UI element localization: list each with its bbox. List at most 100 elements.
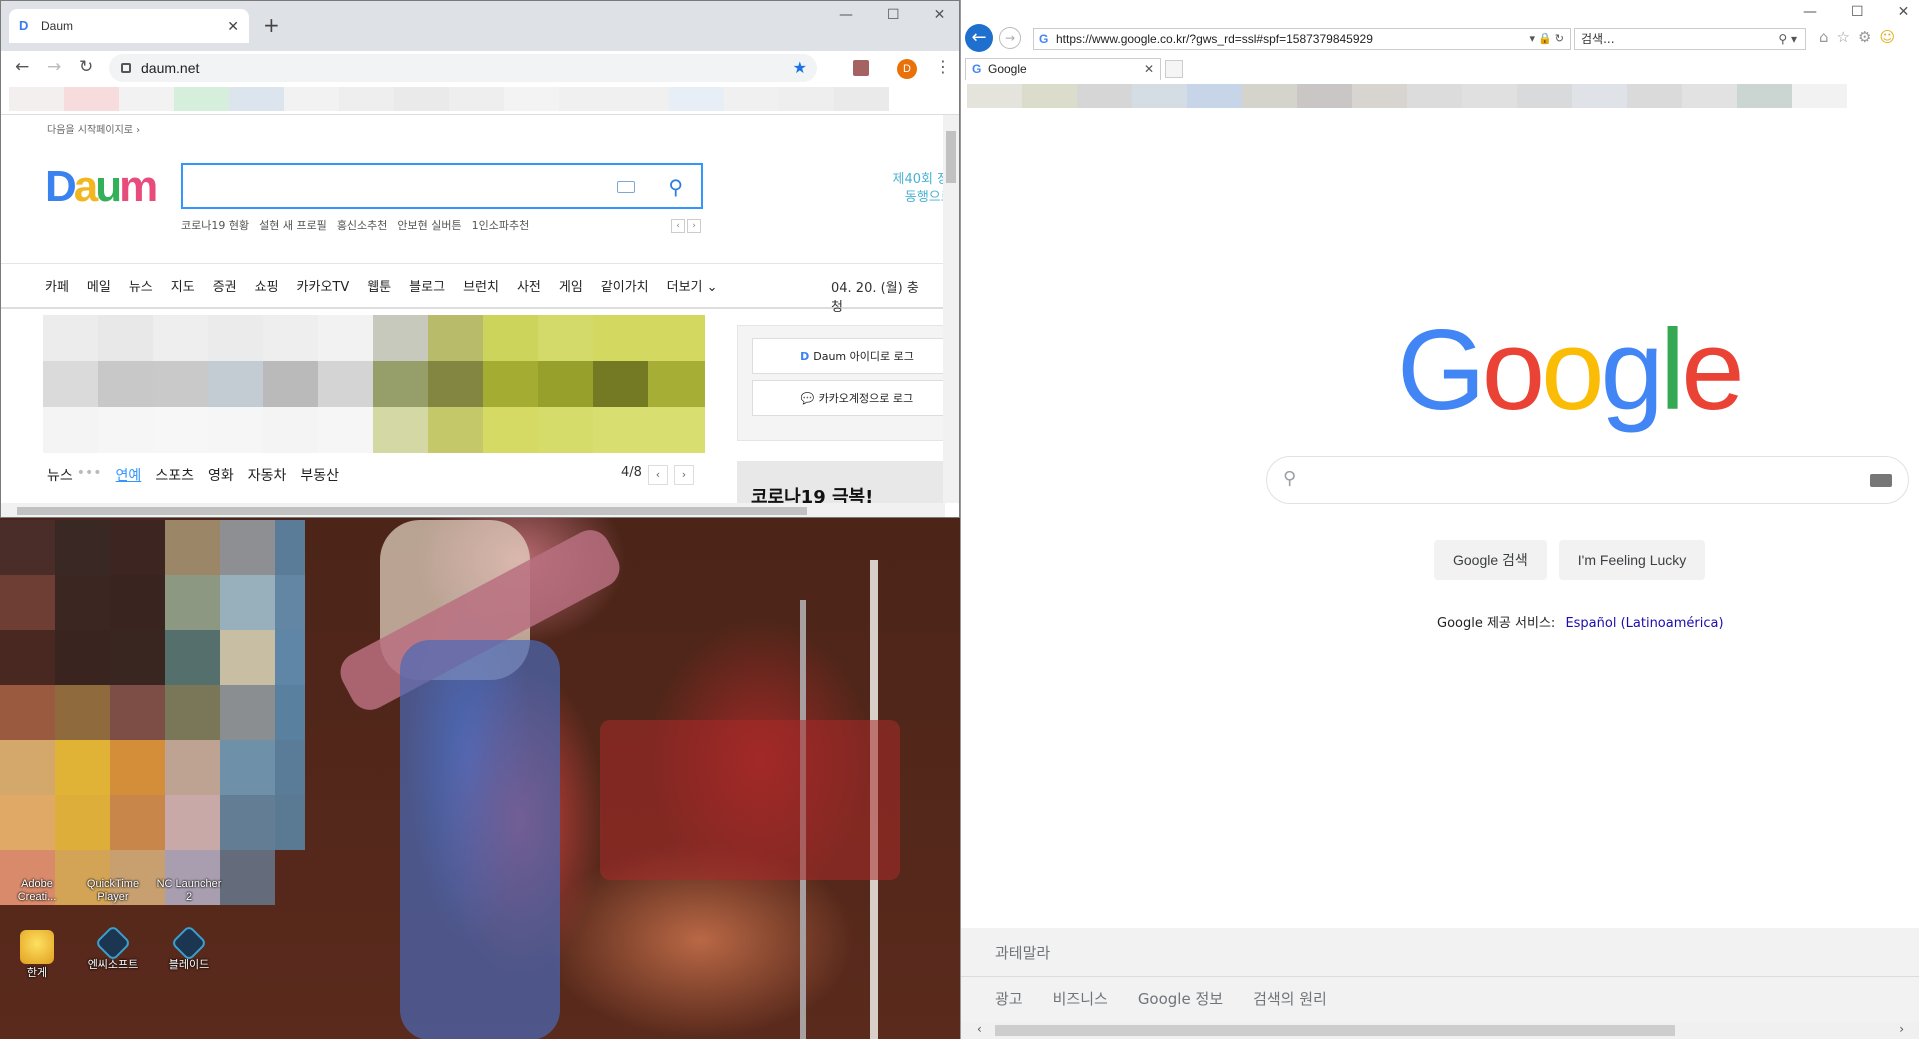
kakao-login-button[interactable]: 💬 카카오계정으로 로그 (752, 380, 945, 416)
ie-search-box[interactable]: 검색... ⚲ ▾ (1574, 28, 1806, 50)
desktop-icon-hangame[interactable]: 한게 (2, 930, 72, 980)
favorite-item[interactable] (1132, 84, 1187, 108)
footer-link[interactable]: 광고 (995, 988, 1023, 1009)
nav-item[interactable]: 지도 (171, 276, 195, 295)
favorite-item[interactable] (1462, 84, 1517, 108)
favorite-item[interactable] (1572, 84, 1627, 108)
bookmark-item[interactable] (9, 87, 64, 111)
nav-item[interactable]: 뉴스 (129, 276, 153, 295)
nav-item[interactable]: 카카오TV (297, 276, 350, 295)
bookmark-item[interactable] (724, 87, 779, 111)
google-search-button[interactable]: Google 검색 (1434, 540, 1547, 580)
chrome-tab-daum[interactable]: D Daum ✕ (9, 9, 249, 43)
nav-item[interactable]: 브런치 (463, 276, 499, 295)
favorite-item[interactable] (1242, 84, 1297, 108)
favorite-item[interactable] (1737, 84, 1792, 108)
reload-icon[interactable]: ↻ (79, 57, 93, 77)
favorite-item[interactable] (1297, 84, 1352, 108)
bookmark-item[interactable] (394, 87, 449, 111)
favorite-item[interactable] (1022, 84, 1077, 108)
extension-icon[interactable] (853, 60, 869, 76)
footer-link[interactable]: Google 정보 (1138, 988, 1223, 1009)
favorite-item[interactable] (1792, 84, 1847, 108)
desktop-icon-nc-launcher[interactable]: NC Launcher 2 (154, 878, 224, 904)
vertical-scrollbar[interactable] (943, 115, 959, 503)
favorite-item[interactable] (1077, 84, 1132, 108)
lock-refresh-icon[interactable]: ▾ 🔒 ↻ (1529, 29, 1564, 49)
bookmark-item[interactable] (449, 87, 504, 111)
search-icon[interactable]: ⚲ (668, 175, 683, 199)
trending-item[interactable]: 설현 새 프로필 (259, 217, 327, 233)
bookmark-item[interactable] (339, 87, 394, 111)
nav-item[interactable]: 증권 (213, 276, 237, 295)
bookmark-item[interactable] (64, 87, 119, 111)
forward-arrow-icon[interactable]: → (999, 27, 1021, 49)
nav-item[interactable]: 쇼핑 (255, 276, 279, 295)
minimize-button[interactable]: — (839, 7, 853, 23)
keyboard-icon[interactable] (617, 181, 635, 193)
favorite-item[interactable] (1187, 84, 1242, 108)
bookmark-item[interactable] (834, 87, 889, 111)
desktop-icon-quicktime[interactable]: QuickTime Player (78, 878, 148, 904)
bookmark-star-icon[interactable]: ★ (793, 58, 807, 78)
nav-item[interactable]: 블로그 (409, 276, 445, 295)
favorite-item[interactable] (1517, 84, 1572, 108)
nav-item[interactable]: 카페 (45, 276, 69, 295)
google-search-input[interactable]: ⚲ (1266, 456, 1909, 504)
ie-tab-google[interactable]: G Google ✕ (965, 58, 1161, 80)
forward-arrow-icon[interactable]: → (47, 57, 61, 77)
new-tab-button[interactable] (1165, 60, 1183, 78)
bookmark-item[interactable] (779, 87, 834, 111)
nav-item[interactable]: 게임 (559, 276, 583, 295)
chevron-right-icon[interactable]: › (687, 219, 701, 233)
feeling-lucky-button[interactable]: I'm Feeling Lucky (1558, 540, 1706, 580)
bookmark-item[interactable] (284, 87, 339, 111)
desktop-icon-ncsoft[interactable]: 엔씨소프트 (78, 924, 148, 972)
bookmark-item[interactable] (669, 87, 724, 111)
favorite-item[interactable] (1627, 84, 1682, 108)
desktop-icon-adobe-creative[interactable]: Adobe Creati... (2, 878, 72, 904)
horizontal-scrollbar[interactable]: ‹ › (961, 1022, 1919, 1039)
nav-item[interactable]: 같이가치 (601, 276, 649, 295)
footer-link[interactable]: 검색의 원리 (1253, 988, 1327, 1009)
bookmark-item[interactable] (559, 87, 614, 111)
chevron-left-icon[interactable]: ‹ (647, 465, 668, 485)
desktop-icon-blade[interactable]: 블레이드 (154, 924, 224, 972)
nav-item[interactable]: 메일 (87, 276, 111, 295)
language-link[interactable]: Español (Latinoamérica) (1565, 616, 1723, 631)
news-tab[interactable]: 영화 (208, 465, 234, 485)
horizontal-scrollbar[interactable] (1, 503, 945, 517)
minimize-button[interactable]: — (1803, 4, 1817, 20)
chevron-right-icon[interactable]: › (1899, 1022, 1904, 1036)
chrome-menu-icon[interactable]: ⋮ (935, 57, 951, 76)
favorite-item[interactable] (1352, 84, 1407, 108)
daum-banner[interactable] (43, 315, 705, 453)
close-button[interactable]: ✕ (934, 7, 946, 23)
promo-text[interactable]: 제40회 장애 동행으로 ʻ (881, 171, 945, 207)
omnibox[interactable]: daum.net ★ (109, 54, 817, 82)
nav-item[interactable]: 웹툰 (367, 276, 391, 295)
news-tab[interactable]: 스포츠 (155, 465, 194, 485)
bookmark-item[interactable] (119, 87, 174, 111)
scroll-thumb[interactable] (946, 131, 956, 183)
news-tab-active[interactable]: 연예 (116, 465, 142, 485)
close-tab-icon[interactable]: ✕ (1144, 59, 1154, 79)
daum-search-input[interactable]: ⚲ (181, 163, 703, 209)
chevron-left-icon[interactable]: ‹ (977, 1022, 982, 1036)
trending-item[interactable]: 안보현 실버튼 (397, 217, 461, 233)
news-tab[interactable]: 부동산 (300, 465, 339, 485)
trending-item[interactable]: 코로나19 현황 (181, 217, 249, 233)
bookmark-item[interactable] (174, 87, 229, 111)
favorite-item[interactable] (1682, 84, 1737, 108)
trending-item[interactable]: 홍신소추천 (337, 217, 388, 233)
keyboard-icon[interactable] (1870, 474, 1892, 487)
close-tab-icon[interactable]: ✕ (227, 18, 239, 35)
favorite-item[interactable] (1407, 84, 1462, 108)
smiley-icon[interactable]: ☺ (1879, 28, 1895, 46)
favorites-star-icon[interactable]: ☆ (1837, 28, 1850, 46)
bookmark-item[interactable] (614, 87, 669, 111)
bookmark-item[interactable] (229, 87, 284, 111)
daum-logo[interactable]: Daum (45, 165, 158, 209)
back-arrow-icon[interactable]: ← (965, 24, 993, 52)
scroll-thumb[interactable] (17, 507, 807, 515)
